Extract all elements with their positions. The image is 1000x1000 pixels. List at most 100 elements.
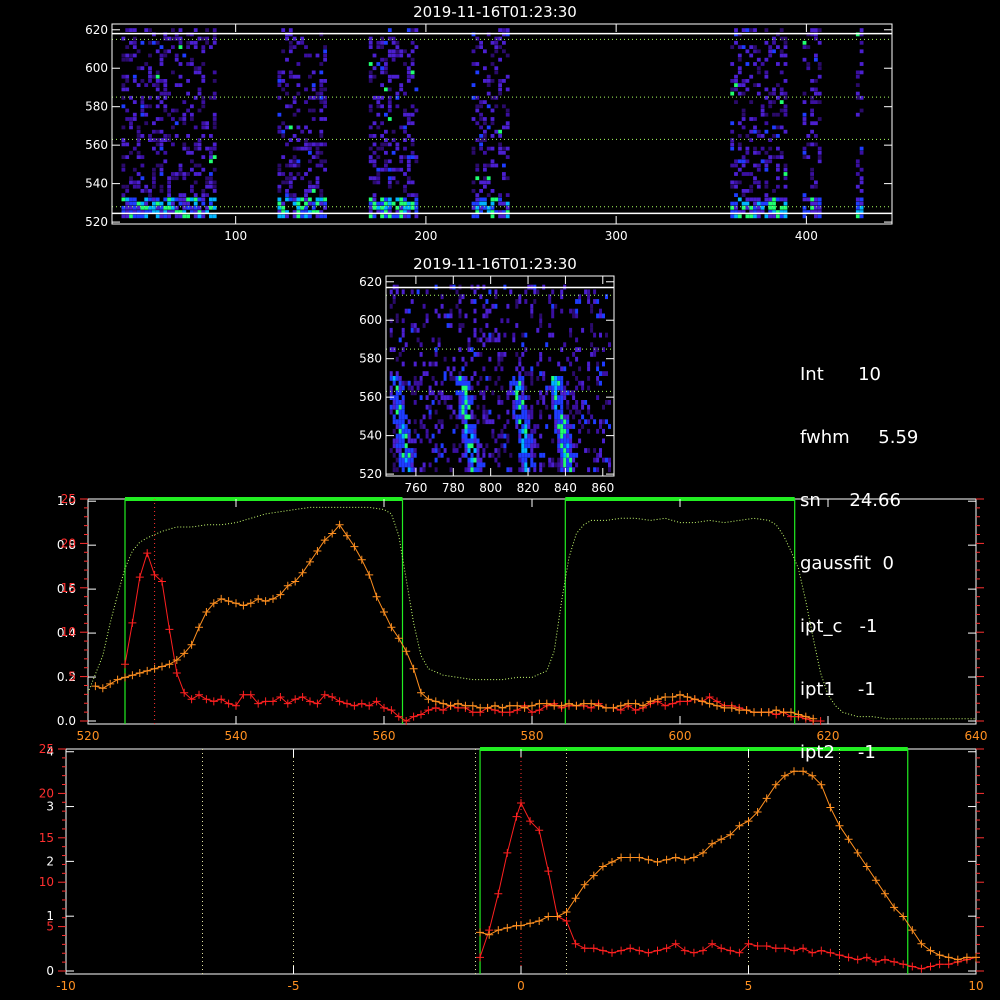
heatmap-cell xyxy=(446,404,450,410)
heatmap-cell xyxy=(554,462,558,468)
heatmap-cell xyxy=(490,197,495,202)
heatmap-cell xyxy=(475,36,480,41)
heatmap-cell xyxy=(407,462,411,468)
heatmap-cell xyxy=(315,180,320,185)
heatmap-cell xyxy=(745,214,750,219)
heatmap-cell xyxy=(467,428,471,434)
heatmap-cell xyxy=(422,361,426,367)
heatmap-cell xyxy=(475,205,480,210)
heatmap-cell xyxy=(209,159,213,164)
heatmap-cell xyxy=(395,424,399,429)
heatmap-cell xyxy=(475,104,480,109)
heatmap-cell xyxy=(772,112,776,117)
heatmap-cell xyxy=(323,197,327,202)
heatmap-cell xyxy=(521,467,525,473)
heatmap-cell xyxy=(398,380,402,386)
heatmap-cell xyxy=(389,332,393,338)
heatmap-cell xyxy=(470,400,474,405)
heatmap-cell xyxy=(197,91,202,96)
heatmap-cell xyxy=(440,380,444,386)
heatmap-cell xyxy=(384,112,388,117)
heatmap-cell xyxy=(590,352,594,357)
heatmap-cell xyxy=(315,197,320,202)
heatmap-cell xyxy=(536,400,540,405)
heatmap-cell xyxy=(548,385,552,391)
heatmap-cell xyxy=(584,400,588,405)
heatmap-cell xyxy=(311,201,316,206)
heatmap-cell xyxy=(461,366,465,372)
heatmap-cell xyxy=(368,45,373,49)
heatmap-cell xyxy=(404,424,408,429)
heatmap-cell xyxy=(749,117,754,121)
heatmap-cell xyxy=(581,385,585,391)
heatmap-cell xyxy=(817,91,822,96)
heatmap-cell xyxy=(406,159,411,164)
heatmap-cell xyxy=(502,150,506,155)
heatmap-cell xyxy=(753,28,757,32)
heatmap-cell xyxy=(498,36,502,41)
heatmap-cell xyxy=(311,184,316,189)
heatmap-cell xyxy=(500,443,504,449)
heatmap-cell xyxy=(311,95,316,100)
heatmap-cell xyxy=(772,125,776,130)
heatmap-cell xyxy=(407,433,411,439)
heatmap-cell xyxy=(416,337,420,343)
heatmap-cell xyxy=(498,193,502,197)
heatmap-cell xyxy=(479,352,483,357)
heatmap-cell xyxy=(760,104,765,109)
heatmap-cell xyxy=(296,172,301,176)
heatmap-cell xyxy=(281,28,286,32)
heatmap-cell xyxy=(380,104,384,109)
heatmap-cell xyxy=(132,112,137,117)
heatmap-cell xyxy=(410,104,415,109)
heatmap-cell xyxy=(407,385,411,391)
heatmap-cell xyxy=(319,150,324,155)
heatmap-cell xyxy=(384,57,388,62)
heatmap-cell xyxy=(308,95,312,100)
heatmap-cell xyxy=(783,104,788,109)
heatmap-cell xyxy=(296,74,301,79)
heatmap-cell xyxy=(506,303,510,309)
heatmap-cell xyxy=(368,125,373,130)
heatmap-cell xyxy=(401,457,405,463)
heatmap-cell xyxy=(136,66,141,71)
heatmap-cell xyxy=(539,323,543,328)
heatmap-cell xyxy=(575,308,579,314)
heatmap-cell xyxy=(434,380,438,386)
heatmap-cell xyxy=(605,400,608,405)
heatmap-cell xyxy=(403,155,407,159)
heatmap-cell xyxy=(473,332,477,338)
heatmap-cell xyxy=(387,100,392,104)
heatmap-cell xyxy=(563,457,567,463)
heatmap-cell xyxy=(178,167,183,172)
heatmap-cell xyxy=(152,40,156,45)
heatmap-cell xyxy=(560,419,564,425)
heatmap-cell xyxy=(817,214,822,219)
heatmap-cell xyxy=(372,95,377,100)
heatmap-cell xyxy=(368,74,373,79)
heatmap-cell xyxy=(193,125,198,130)
heatmap-cell xyxy=(368,40,373,45)
heatmap-cell xyxy=(569,448,573,453)
heatmap-cell xyxy=(277,184,282,189)
heatmap-cell xyxy=(776,45,780,49)
heatmap-cell xyxy=(461,404,465,410)
heatmap-cell xyxy=(473,448,477,453)
y-red-tick-label: 10 xyxy=(61,625,76,639)
heatmap-cell xyxy=(288,70,293,75)
heatmap-cell xyxy=(285,104,289,109)
heatmap-cell xyxy=(505,176,510,181)
heatmap-cell xyxy=(524,452,528,458)
heatmap-cell xyxy=(764,87,769,92)
heatmap-cell xyxy=(557,428,561,434)
heatmap-cell xyxy=(304,100,308,104)
heatmap-cell xyxy=(140,134,145,138)
heatmap-cell xyxy=(530,303,534,309)
heatmap-cell xyxy=(557,414,561,420)
heatmap-cell xyxy=(414,201,419,206)
heatmap-cell xyxy=(745,79,750,83)
heatmap-cell xyxy=(572,452,576,458)
heatmap-cell xyxy=(756,184,761,189)
heatmap-cell xyxy=(129,125,133,130)
heatmap-cell xyxy=(498,45,502,49)
